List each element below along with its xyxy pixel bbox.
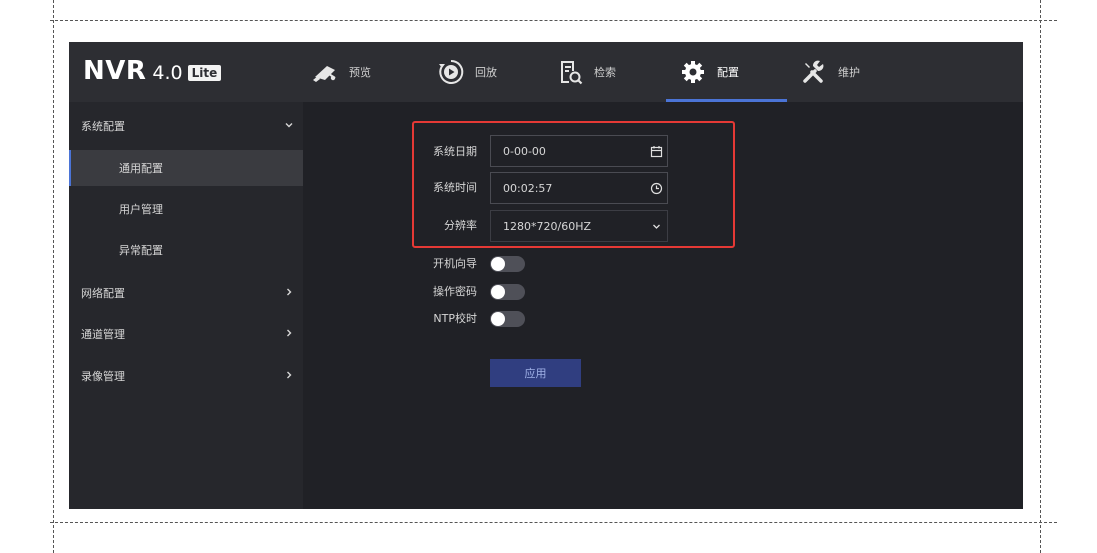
tab-search[interactable]: 检索 <box>556 42 616 102</box>
sidebar-item-label: 录像管理 <box>81 370 125 383</box>
ntp-sync-label: NTP校时 <box>433 312 477 325</box>
search-document-icon <box>561 61 583 85</box>
brand-name: NVR <box>83 56 147 86</box>
sidebar-item-label: 通用配置 <box>119 162 163 175</box>
boot-wizard-label: 开机向导 <box>433 257 477 270</box>
guide-line-bottom <box>50 522 1057 523</box>
tab-maintain[interactable]: 维护 <box>800 42 860 102</box>
sidebar-item-user-management[interactable]: 用户管理 <box>69 191 303 227</box>
op-password-label: 操作密码 <box>433 285 477 298</box>
sidebar-item-label: 异常配置 <box>119 244 163 257</box>
sidebar-item-channel-management[interactable]: 通道管理 <box>69 316 303 352</box>
tab-preview-label: 预览 <box>349 66 371 79</box>
chevron-right-icon <box>287 329 292 337</box>
highlight-box <box>412 121 735 248</box>
sidebar-item-label: 用户管理 <box>119 203 163 216</box>
top-nav-bar: NVR 4.0 Lite 预览 回放 检索 配置 维护 <box>69 42 1023 102</box>
tools-icon <box>803 60 824 83</box>
tab-config-label: 配置 <box>717 66 739 79</box>
tab-search-label: 检索 <box>594 66 616 79</box>
sidebar-item-system-config[interactable]: 系统配置 <box>69 108 303 144</box>
boot-wizard-toggle[interactable] <box>490 256 525 272</box>
guide-line-left <box>53 0 54 553</box>
ntp-sync-toggle[interactable] <box>490 311 525 327</box>
brand-logo: NVR 4.0 Lite <box>83 56 222 88</box>
tab-playback-label: 回放 <box>475 66 497 79</box>
sidebar-item-label: 网络配置 <box>81 287 125 300</box>
tab-config[interactable]: 配置 <box>666 42 787 102</box>
tab-preview[interactable]: 预览 <box>311 42 371 102</box>
sidebar: 系统配置 通用配置 用户管理 异常配置 网络配置 通道管理 录像管理 <box>69 102 303 509</box>
brand-version: 4.0 <box>152 62 183 84</box>
gear-icon <box>682 61 704 83</box>
tab-playback[interactable]: 回放 <box>437 42 497 102</box>
sidebar-item-label: 系统配置 <box>81 120 125 133</box>
chevron-right-icon <box>287 371 292 379</box>
sidebar-item-network-config[interactable]: 网络配置 <box>69 275 303 311</box>
nvr-app-window: NVR 4.0 Lite 预览 回放 检索 配置 维护 系统配置 通用配置 用户… <box>69 42 1023 509</box>
playback-icon <box>439 59 464 84</box>
guide-line-right <box>1040 0 1041 553</box>
tab-maintain-label: 维护 <box>838 66 860 79</box>
sidebar-item-label: 通道管理 <box>81 328 125 341</box>
brand-badge: Lite <box>187 65 222 81</box>
op-password-toggle[interactable] <box>490 284 525 300</box>
sidebar-item-general-config[interactable]: 通用配置 <box>69 150 303 186</box>
guide-line-top <box>50 20 1057 21</box>
chevron-right-icon <box>287 288 292 296</box>
chevron-down-icon <box>285 123 293 128</box>
apply-button[interactable]: 应用 <box>490 359 581 387</box>
general-config-panel: 系统日期 0-00-00 系统时间 00:02:57 分辨率 1280*720/… <box>303 102 1023 509</box>
camera-icon <box>313 66 336 82</box>
sidebar-item-exception-config[interactable]: 异常配置 <box>69 232 303 268</box>
sidebar-item-recording-management[interactable]: 录像管理 <box>69 358 303 394</box>
